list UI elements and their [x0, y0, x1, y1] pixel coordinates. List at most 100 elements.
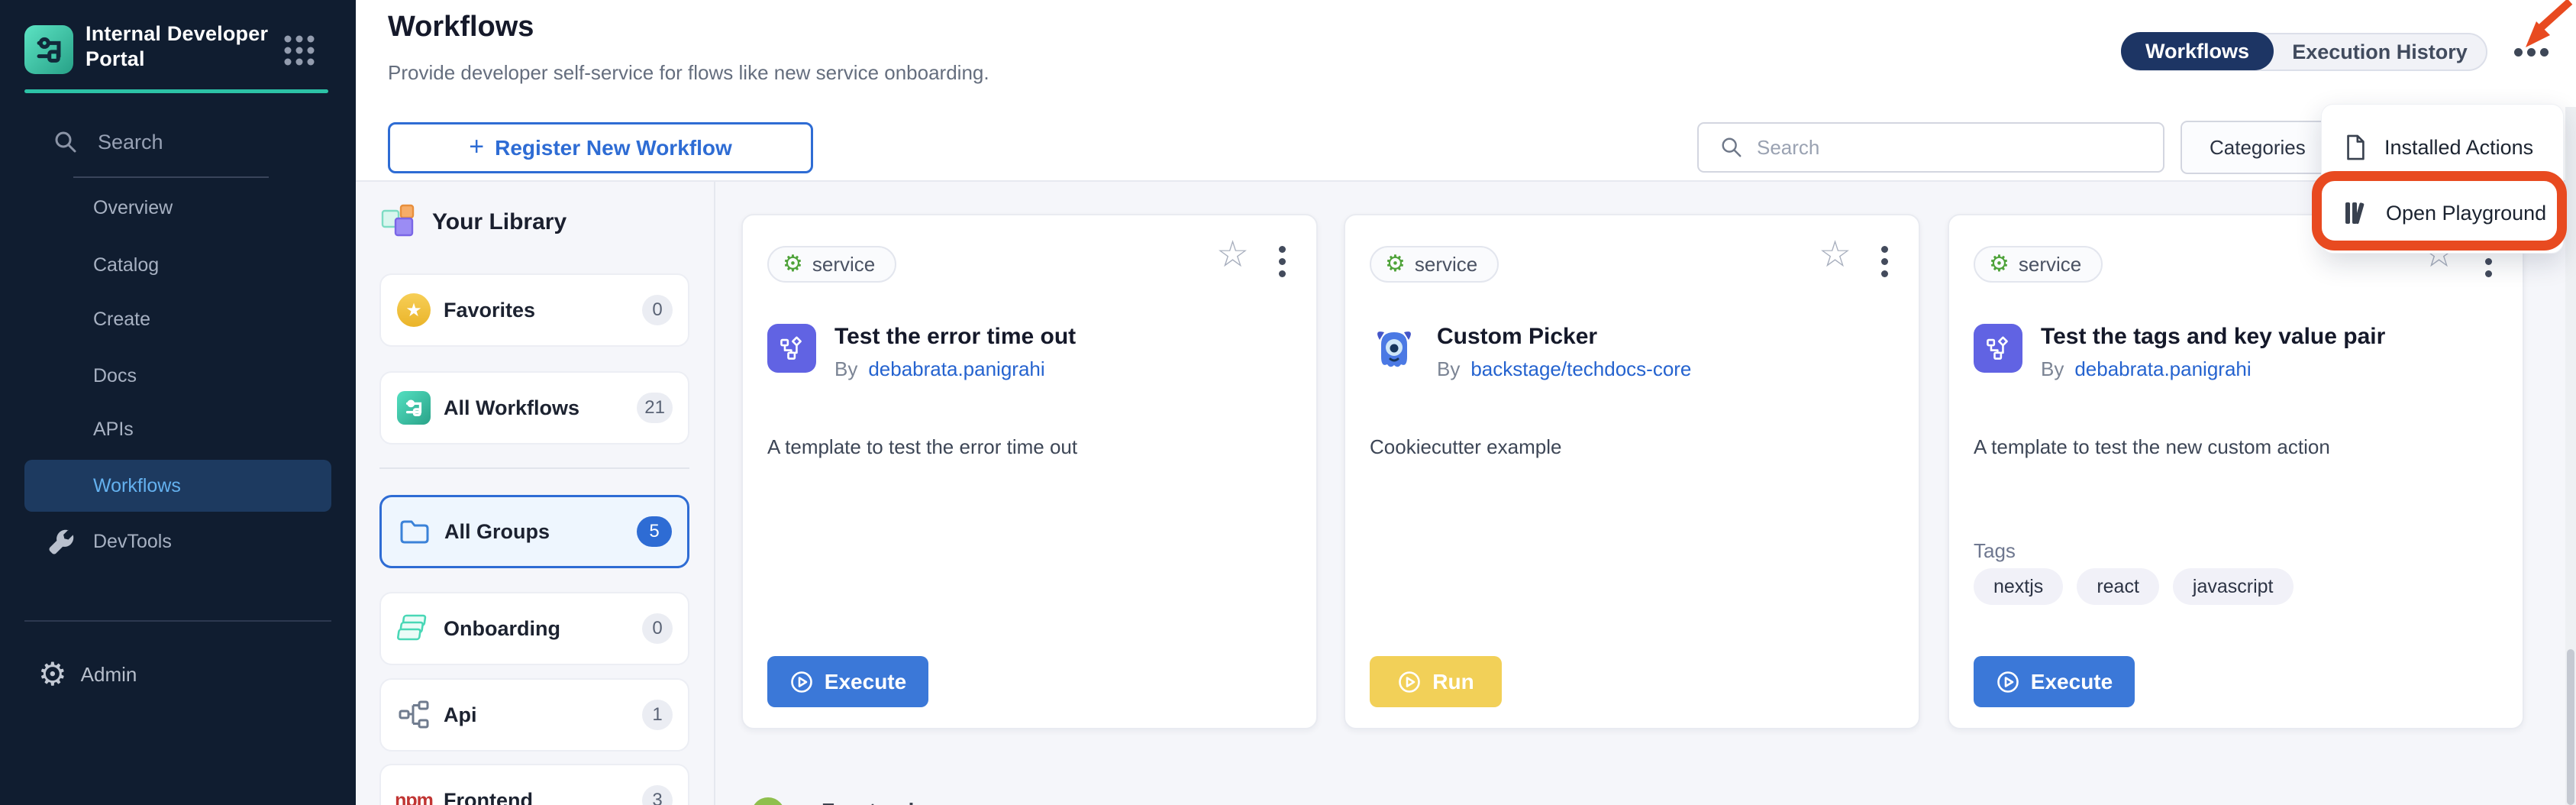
workflow-description: Cookiecutter example: [1370, 435, 1896, 459]
plus-icon: +: [469, 132, 484, 162]
tag-chip: javascript: [2173, 568, 2294, 605]
card-menu-button[interactable]: [1881, 246, 1888, 277]
library-item-all-workflows[interactable]: All Workflows 21: [379, 371, 689, 445]
kind-chip-label: service: [1415, 253, 1477, 276]
library-item-label: Favorites: [444, 299, 642, 322]
library-item-all-groups[interactable]: All Groups 5: [379, 495, 689, 568]
gear-icon: ⚙: [1385, 253, 1406, 276]
workflow-search-input[interactable]: [1757, 136, 2123, 160]
sidebar-item-devtools-label: DevTools: [93, 531, 172, 553]
count-badge-selected: 5: [637, 516, 672, 547]
menu-item-installed-actions[interactable]: Installed Actions: [2322, 114, 2565, 181]
gear-icon: ⚙: [38, 658, 67, 690]
gear-icon: ⚙: [1989, 253, 2009, 276]
count-badge: 3: [642, 785, 673, 805]
view-toggle: Workflows Execution History: [2121, 33, 2487, 71]
npm-icon: npm: [395, 790, 433, 805]
owner-link[interactable]: debabrata.panigrahi: [2074, 357, 2251, 381]
categories-label: Categories: [2210, 136, 2306, 160]
sidebar-search[interactable]: Search: [53, 130, 163, 154]
owner-link[interactable]: debabrata.panigrahi: [868, 357, 1044, 381]
brand-title: Internal Developer Portal: [86, 21, 292, 72]
monster-icon: [1370, 324, 1419, 373]
menu-item-open-playground[interactable]: Open Playground: [2322, 179, 2565, 247]
favorite-star-icon[interactable]: ☆: [1216, 237, 1249, 273]
library-item-frontend[interactable]: npm Frontend 3: [379, 764, 689, 805]
sidebar-item-overview[interactable]: Overview: [93, 197, 173, 219]
sitemap-icon: [399, 700, 429, 729]
page-title: Workflows: [388, 11, 534, 44]
workflow-title: Test the tags and key value pair: [2041, 324, 2385, 350]
library-separator: [379, 467, 689, 469]
sidebar-item-workflows[interactable]: Workflows: [24, 460, 331, 512]
favorites-star-icon: ★: [397, 293, 431, 327]
scrollbar-thumb[interactable]: [2567, 649, 2574, 805]
execute-button[interactable]: Execute: [767, 656, 928, 707]
kind-chip: ⚙ service: [1370, 246, 1499, 283]
section-group-label: Frontend: [822, 799, 914, 805]
play-icon: [1996, 670, 2020, 694]
layers-icon: [397, 612, 431, 645]
sidebar-item-docs[interactable]: Docs: [93, 365, 137, 387]
workflow-byline: By backstage/techdocs-core: [1437, 357, 1691, 381]
register-new-workflow-label: Register New Workflow: [495, 136, 732, 160]
workflow-template-icon: [767, 324, 816, 373]
library-item-label: Frontend: [444, 789, 642, 805]
count-badge: 0: [642, 613, 673, 644]
sidebar-item-create[interactable]: Create: [93, 309, 150, 331]
card-menu-button[interactable]: [1279, 246, 1286, 277]
owner-link[interactable]: backstage/techdocs-core: [1470, 357, 1691, 381]
wrench-icon: [47, 527, 76, 556]
library-item-onboarding[interactable]: Onboarding 0: [379, 592, 689, 665]
run-button[interactable]: Run: [1370, 656, 1502, 707]
workflow-title: Test the error time out: [834, 324, 1076, 350]
workflow-search-field[interactable]: [1697, 122, 2164, 173]
count-badge: 21: [637, 393, 673, 423]
library-books-icon: [2343, 200, 2369, 226]
library-item-label: Api: [444, 703, 642, 727]
library-item-api[interactable]: Api 1: [379, 678, 689, 752]
kind-chip: ⚙ service: [1974, 246, 2103, 283]
toggle-execution-history[interactable]: Execution History: [2274, 40, 2486, 64]
workflows-icon: [397, 391, 431, 425]
page-subtitle: Provide developer self-service for flows…: [388, 61, 989, 85]
workflow-card: ⚙ service ☆ Custom Picker By backstage/t…: [1344, 214, 1920, 729]
sidebar-search-underline: [73, 176, 269, 178]
sidebar-search-placeholder: Search: [98, 131, 163, 154]
menu-item-label: Open Playground: [2386, 202, 2546, 225]
sidebar-item-devtools[interactable]: DevTools: [47, 527, 172, 556]
sidebar: Internal Developer Portal Search Overvie…: [0, 0, 356, 805]
toggle-workflows[interactable]: Workflows: [2121, 32, 2274, 70]
apps-grid-icon[interactable]: [282, 34, 316, 71]
favorite-star-icon[interactable]: ☆: [1819, 237, 1851, 273]
sidebar-item-apis[interactable]: APIs: [93, 419, 134, 441]
workflow-card: ⚙ service ☆ Test the error time out By d…: [741, 214, 1318, 729]
execute-button[interactable]: Execute: [1974, 656, 2135, 707]
library-item-favorites[interactable]: ★ Favorites 0: [379, 273, 689, 347]
library-header: Your Library: [380, 203, 567, 241]
search-icon: [53, 130, 78, 154]
overflow-menu-button[interactable]: [2514, 48, 2549, 57]
library-item-label: All Groups: [444, 520, 637, 544]
library-item-label: All Workflows: [444, 396, 637, 420]
sidebar-item-workflows-label: Workflows: [93, 475, 181, 497]
document-icon: [2343, 134, 2368, 160]
play-icon: [789, 670, 814, 694]
tag-chip: react: [2077, 568, 2159, 605]
sidebar-item-admin[interactable]: ⚙ Admin: [38, 658, 137, 690]
register-new-workflow-button[interactable]: + Register New Workflow: [388, 122, 813, 173]
overflow-menu: Installed Actions Open Playground: [2321, 104, 2564, 254]
tags-row: nextjs react javascript: [1974, 568, 2294, 605]
library-title: Your Library: [432, 209, 567, 235]
app-logo-icon[interactable]: [24, 25, 73, 74]
gear-icon: ⚙: [783, 253, 803, 276]
sidebar-item-admin-label: Admin: [81, 663, 137, 687]
sidebar-item-catalog[interactable]: Catalog: [93, 254, 159, 276]
cubes-icon: [380, 203, 418, 241]
app-window: Internal Developer Portal Search Overvie…: [0, 0, 2576, 805]
workflow-title: Custom Picker: [1437, 324, 1597, 350]
by-label: By: [834, 357, 857, 381]
library-item-label: Onboarding: [444, 617, 642, 641]
execute-label: Execute: [825, 670, 906, 694]
by-label: By: [2041, 357, 2064, 381]
